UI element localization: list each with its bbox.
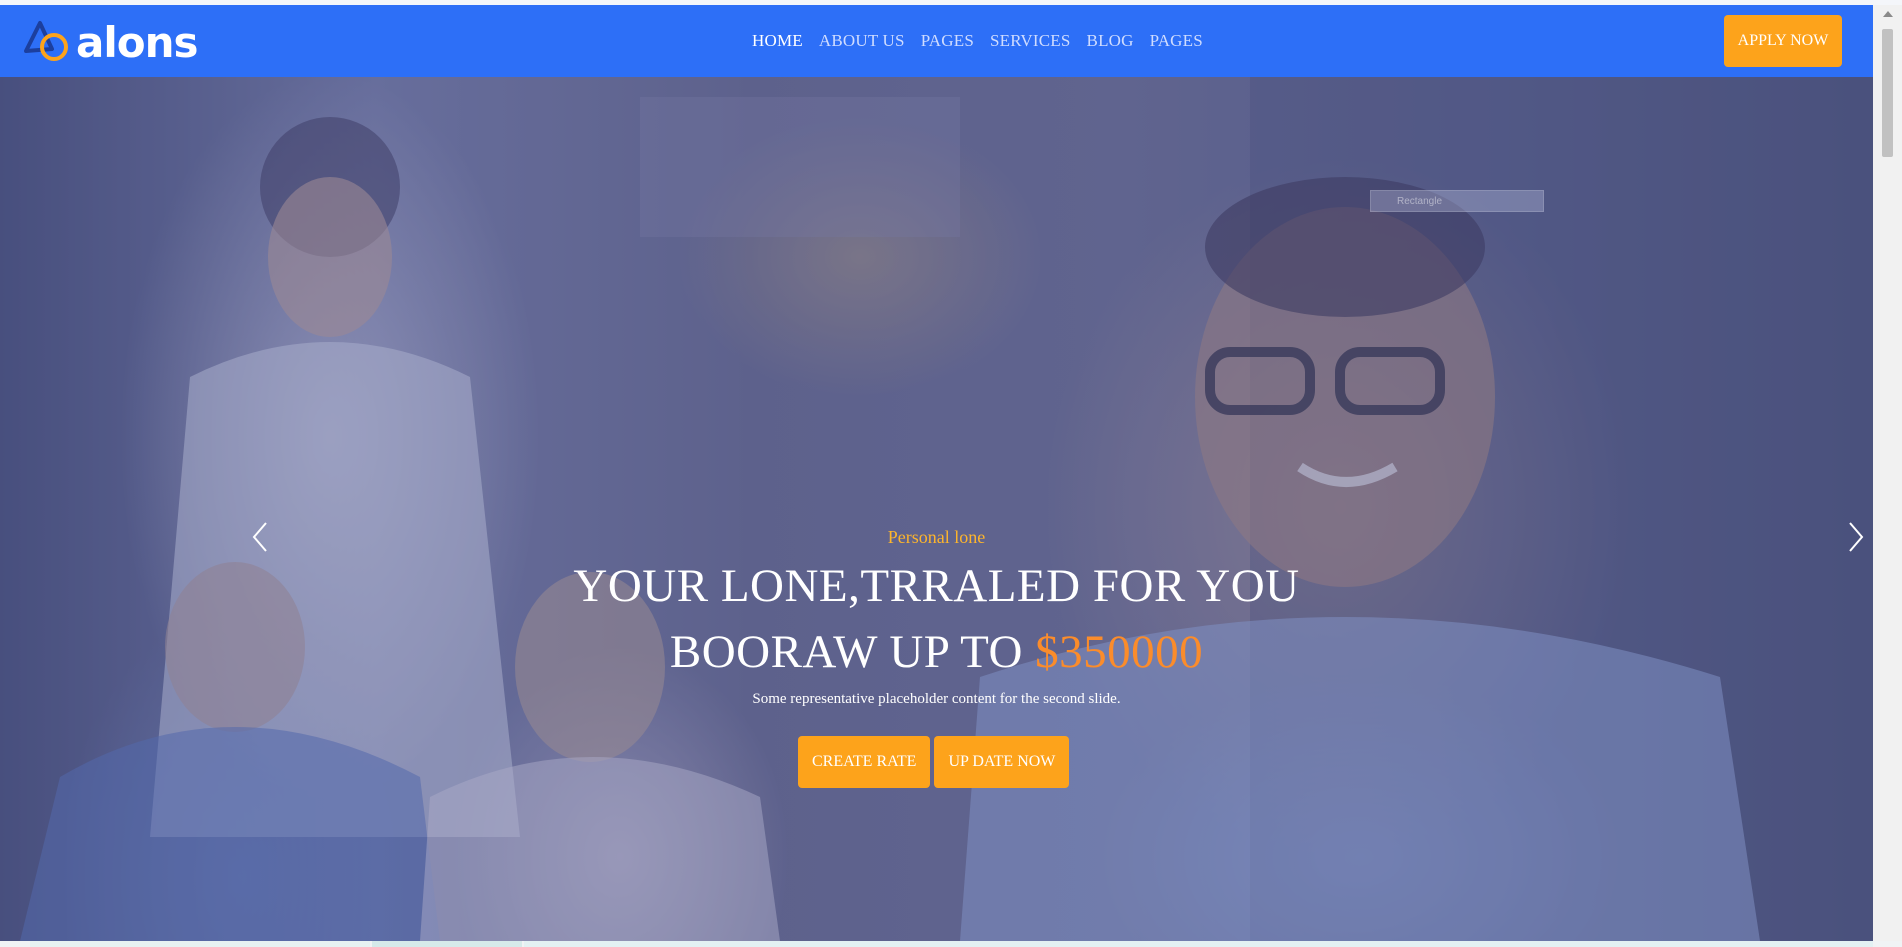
bottom-strip-segment <box>372 941 522 947</box>
nav-about-us[interactable]: ABOUT US <box>819 31 905 51</box>
brand-logo[interactable]: alons <box>22 17 198 67</box>
hero-title-line-1: YOUR LONE,TRRALED FOR YOU <box>573 560 1300 612</box>
nav-pages[interactable]: PAGES <box>921 31 974 51</box>
nav-home[interactable]: HOME <box>752 31 803 51</box>
bottom-strip-segment <box>30 941 370 947</box>
hero-title-line-2: BOORAW UP TO $350000 <box>0 624 1873 680</box>
scrollbar-thumb[interactable] <box>1882 29 1893 157</box>
update-now-button[interactable]: UP DATE NOW <box>934 736 1070 788</box>
hero-subtitle: Personal lone <box>887 527 986 547</box>
hero-description: Some representative placeholder content … <box>752 691 1121 707</box>
main-nav: HOME ABOUT US PAGES SERVICES BLOG PAGES <box>752 5 1219 77</box>
create-rate-button[interactable]: CREATE RATE <box>798 736 931 788</box>
bottom-strip-segment <box>524 941 1873 947</box>
scroll-up-icon[interactable] <box>1883 11 1893 17</box>
nav-blog[interactable]: BLOG <box>1087 31 1134 51</box>
chevron-right-icon[interactable] <box>1840 517 1870 557</box>
chevron-left-icon[interactable] <box>246 517 276 557</box>
hero-title-prefix: BOORAW UP TO <box>669 626 1036 678</box>
loan-amount: $350000 <box>1035 626 1204 678</box>
hero-cta-group: CREATE RATE UP DATE NOW <box>798 736 1073 788</box>
nav-services[interactable]: SERVICES <box>990 31 1071 51</box>
hero-slider: Rectangle Personal lone YOUR LONE,TRRALE… <box>0 77 1873 941</box>
logo-mark-icon <box>24 21 68 61</box>
logo-text: alons <box>76 18 198 67</box>
hero-caption: Personal lone YOUR LONE,TRRALED FOR YOU … <box>0 77 1873 941</box>
vertical-scrollbar[interactable] <box>1873 5 1902 941</box>
apply-now-button[interactable]: APPLY NOW <box>1724 15 1842 67</box>
site-header: alons HOME ABOUT US PAGES SERVICES BLOG … <box>0 5 1873 77</box>
nav-pages-2[interactable]: PAGES <box>1150 31 1203 51</box>
